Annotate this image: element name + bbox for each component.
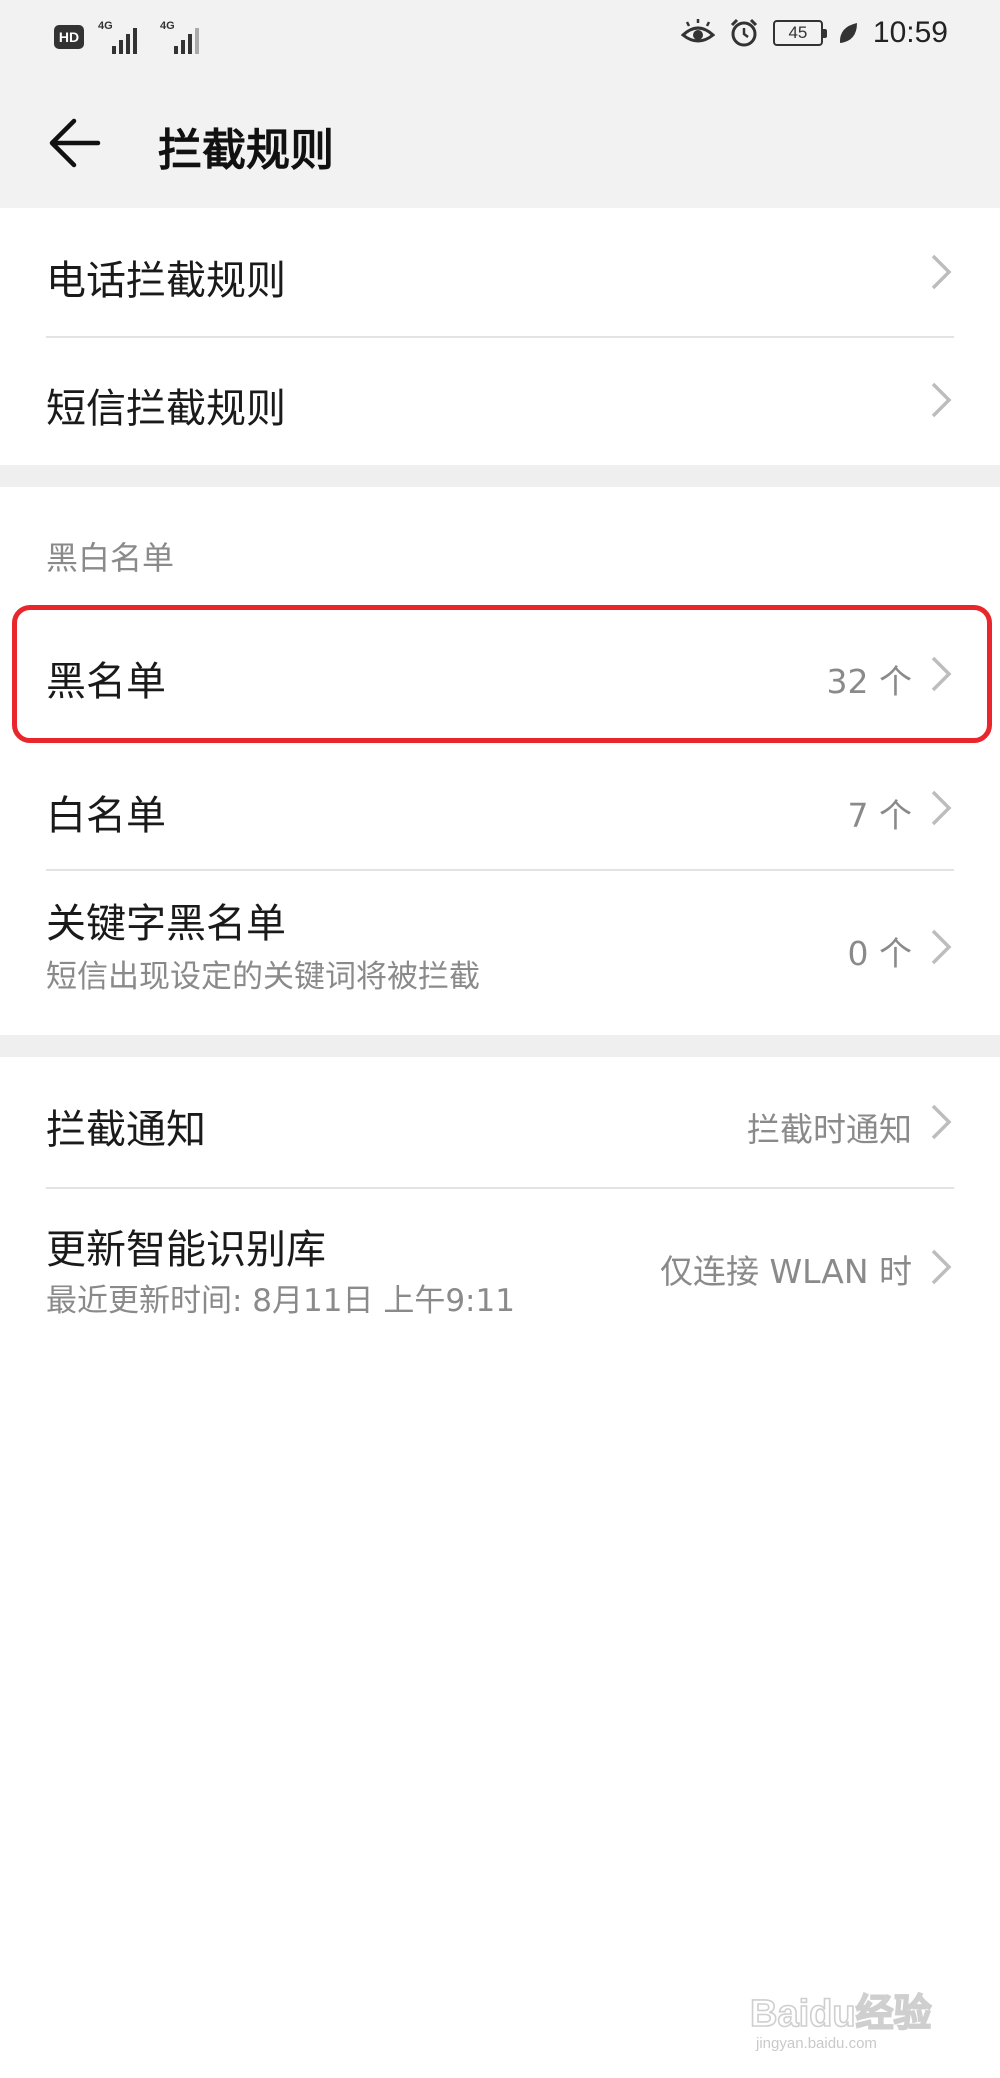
block-notification-row[interactable]: 拦截通知 拦截时通知	[0, 1057, 1000, 1187]
watermark-url: jingyan.baidu.com	[755, 2035, 877, 2052]
arrow-left-icon	[49, 118, 101, 168]
section-header: 黑白名单	[46, 539, 175, 577]
row-label: 电话拦截规则	[46, 258, 286, 304]
blacklist-row[interactable]: 黑名单 32 个	[0, 605, 1000, 743]
blacklist-count: 32 个	[826, 662, 912, 701]
block-notification-value: 拦截时通知	[747, 1110, 912, 1149]
leaf-icon	[839, 23, 857, 43]
keyword-blacklist-row[interactable]: 关键字黑名单 短信出现设定的关键词将被拦截 0 个	[0, 871, 1000, 1035]
section-gap	[0, 465, 1000, 487]
chevron-right-icon	[931, 929, 952, 965]
chevron-right-icon	[931, 656, 952, 692]
clock: 10:59	[872, 16, 948, 49]
chevron-right-icon	[931, 790, 952, 826]
row-label: 关键字黑名单	[46, 901, 286, 947]
row-subtitle: 最近更新时间: 8月11日 上午9:11	[46, 1283, 515, 1319]
row-label: 白名单	[46, 793, 166, 839]
row-label: 短信拦截规则	[46, 386, 286, 432]
update-library-row[interactable]: 更新智能识别库 最近更新时间: 8月11日 上午9:11 仅连接 WLAN 时	[0, 1189, 1000, 1357]
update-library-value: 仅连接 WLAN 时	[659, 1252, 912, 1291]
alarm-icon	[730, 18, 757, 47]
watermark-text: Baidu经验	[750, 1993, 932, 2035]
lists-card: 黑白名单 黑名单 32 个 白名单 7 个 关键字黑名单 短信出现设定的关键词将…	[0, 487, 1000, 1035]
rules-card: 电话拦截规则 短信拦截规则	[0, 208, 1000, 465]
settings-card: 拦截通知 拦截时通知 更新智能识别库 最近更新时间: 8月11日 上午9:11 …	[0, 1057, 1000, 1357]
sim2-signal-icon: 4G	[160, 20, 208, 54]
hd-voice-icon: HD	[54, 25, 84, 49]
whitelist-row[interactable]: 白名单 7 个	[0, 743, 1000, 869]
chevron-right-icon	[931, 1104, 952, 1140]
baidu-jingyan-watermark: Baidu经验 jingyan.baidu.com	[750, 1992, 932, 2052]
battery-icon: 45	[772, 20, 827, 46]
sim2-network-type: 4G	[160, 20, 175, 32]
row-subtitle: 短信出现设定的关键词将被拦截	[46, 959, 480, 995]
back-button[interactable]	[40, 108, 110, 178]
keyword-blacklist-count: 0 个	[847, 934, 913, 973]
battery-level: 45	[788, 23, 808, 42]
call-block-rules-row[interactable]: 电话拦截规则	[0, 208, 1000, 336]
chevron-right-icon	[931, 254, 952, 290]
app-bar: 拦截规则	[0, 78, 1000, 208]
row-label: 黑名单	[46, 659, 166, 705]
chevron-right-icon	[931, 1249, 952, 1285]
row-label: 拦截通知	[46, 1107, 206, 1153]
whitelist-count: 7 个	[847, 796, 913, 835]
page-title: 拦截规则	[158, 125, 334, 176]
sim1-signal-icon: 4G	[98, 20, 146, 54]
chevron-right-icon	[931, 382, 952, 418]
status-bar: HD 4G 4G 45 10:59	[0, 0, 1000, 78]
eye-comfort-icon	[680, 19, 715, 43]
row-label: 更新智能识别库	[46, 1227, 326, 1273]
sms-block-rules-row[interactable]: 短信拦截规则	[0, 338, 1000, 465]
sim1-network-type: 4G	[98, 20, 113, 32]
section-gap	[0, 1035, 1000, 1057]
